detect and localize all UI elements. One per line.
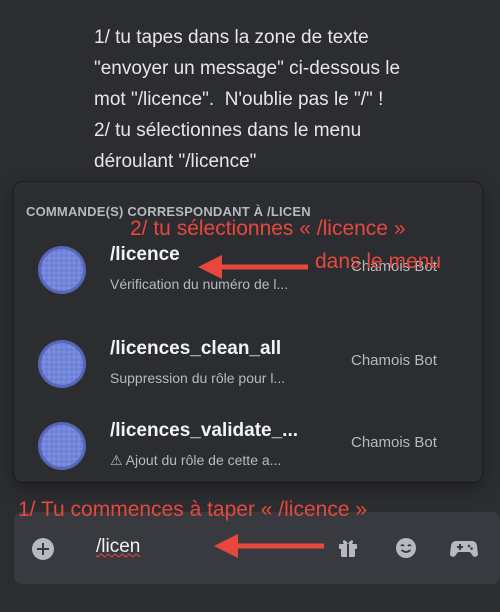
bot-name: Chamois Bot [351, 352, 437, 369]
command-name: /licences_clean_all [110, 338, 282, 359]
instruction-line: mot "/licence". N'oublie pas le "/" ! [94, 89, 384, 110]
bot-name: Chamois Bot [351, 434, 437, 451]
annotation-arrow-icon [214, 534, 324, 558]
annotation-arrow-icon [198, 255, 308, 279]
command-description: Suppression du rôle pour l... [110, 370, 286, 386]
instruction-line: 2/ tu sélectionnes dans le menu [94, 120, 362, 141]
emoji-icon[interactable] [394, 536, 418, 560]
gamepad-icon[interactable] [450, 536, 478, 560]
instruction-line: 1/ tu tapes dans la zone de texte [94, 27, 369, 48]
instructions-text: 1/ tu tapes dans la zone de texte "envoy… [94, 22, 484, 177]
command-name: /licence [110, 244, 180, 265]
annotation-select-line1: 2/ tu sélectionnes « /licence » [130, 217, 406, 240]
command-name: /licences_validate_... [110, 420, 299, 441]
annotation-type-hint: 1/ Tu commences à taper « /licence » [18, 498, 368, 521]
command-description: ⚠ Ajout du rôle de cette a... [110, 452, 282, 468]
command-row-licences-clean-all[interactable]: /licences_clean_all Suppression du rôle … [14, 324, 482, 404]
message-input[interactable]: /licen [96, 536, 140, 558]
typed-text: /licen [96, 536, 141, 557]
command-row-licences-validate[interactable]: /licences_validate_... ⚠ Ajout du rôle d… [14, 406, 482, 486]
bot-avatar [38, 340, 86, 388]
plus-circle-icon[interactable] [32, 538, 54, 560]
bot-avatar [38, 422, 86, 470]
instruction-line: déroulant "/licence" [94, 151, 257, 172]
bot-avatar [38, 246, 86, 294]
gift-icon[interactable] [336, 536, 360, 560]
annotation-select-line2: dans le menu [315, 250, 442, 273]
instruction-line: "envoyer un message" ci-dessous le [94, 58, 401, 79]
